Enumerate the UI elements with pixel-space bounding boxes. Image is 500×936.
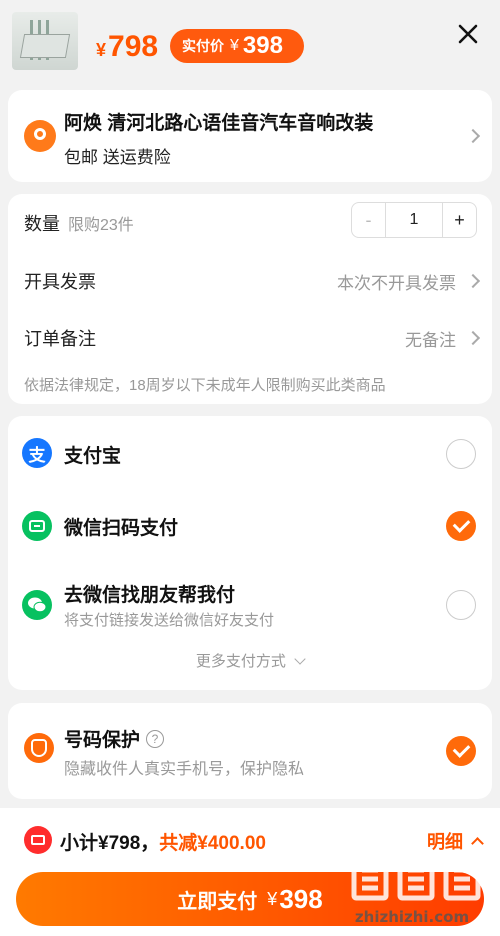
number-protection-toggle[interactable]	[446, 736, 476, 766]
payment-radio-wechat-scan[interactable]	[446, 511, 476, 541]
number-protection-title-row: 号码保护 ?	[64, 725, 165, 752]
quantity-stepper[interactable]: - 1 +	[351, 202, 477, 238]
payment-option-label: 支付宝	[64, 446, 122, 467]
quantity-increase-button[interactable]: +	[442, 203, 476, 237]
product-thumbnail	[12, 12, 78, 70]
legal-notice: 依据法律规定，18周岁以下未成年人限制购买此类商品	[24, 377, 386, 394]
pay-now-button[interactable]: 立即支付 ¥ 398	[16, 872, 484, 926]
shipping-info: 包邮 送运费险	[64, 148, 171, 167]
chevron-right-icon	[465, 330, 481, 346]
close-icon[interactable]	[454, 20, 482, 48]
address-card[interactable]: 阿焕 清河北路心语佳音汽车音响改装 包邮 送运费险	[8, 90, 492, 182]
payment-option-alipay[interactable]: 支 支付宝	[8, 425, 492, 481]
price-detail-label: 明细	[427, 832, 463, 852]
order-options-card: 数量 限购23件 - 1 + 开具发票 本次不开具发票 订单备注 无备注 依据法律…	[8, 194, 492, 404]
currency-symbol: ¥	[96, 40, 107, 60]
payment-methods-card: 支 支付宝 微信扫码支付 去微信找朋友帮我付 将支付链接发送给微信好友支付 更多…	[8, 416, 492, 690]
order-header: ¥ 798 实付价 ¥ 398	[0, 0, 500, 82]
payment-option-label: 去微信找朋友帮我付	[64, 585, 236, 606]
price-detail-button[interactable]: 明细	[427, 828, 484, 854]
phone-shield-icon	[24, 733, 54, 763]
order-note-label[interactable]: 订单备注	[24, 325, 96, 351]
coupon-icon	[24, 826, 52, 854]
pay-now-amount: 398	[279, 883, 323, 914]
payment-radio-alipay[interactable]	[446, 439, 476, 469]
more-payment-methods-button[interactable]: 更多支付方式	[8, 650, 492, 671]
wechat-icon	[22, 590, 52, 620]
pay-now-label: 立即支付	[177, 890, 258, 913]
number-protection-subtitle: 隐藏收件人真实手机号，保护隐私	[64, 761, 305, 778]
payment-option-wechat-friend[interactable]: 去微信找朋友帮我付 将支付链接发送给微信好友支付	[8, 572, 492, 636]
quantity-label: 数量	[24, 214, 60, 234]
original-price: ¥ 798	[96, 30, 158, 64]
chevron-down-icon	[294, 653, 306, 665]
alipay-icon: 支	[22, 438, 52, 468]
payment-option-description: 将支付链接发送给微信好友支付	[64, 612, 275, 629]
actual-price-currency: ¥	[230, 37, 239, 54]
quantity-row: 数量 限购23件	[24, 210, 134, 236]
payment-radio-wechat-friend[interactable]	[446, 590, 476, 620]
chevron-up-icon	[471, 837, 484, 850]
quantity-value[interactable]: 1	[386, 211, 442, 229]
more-payment-label: 更多支付方式	[195, 653, 286, 670]
chevron-right-icon	[465, 128, 481, 144]
quantity-limit: 限购23件	[68, 217, 134, 234]
pay-now-currency: ¥	[267, 888, 278, 909]
checkout-footer: 小计¥798，共减¥400.00 明细 立即支付 ¥ 398	[0, 808, 500, 936]
order-note-value[interactable]: 无备注	[405, 326, 456, 351]
actual-price-badge: 实付价 ¥ 398	[170, 29, 304, 63]
payment-option-wechat-scan[interactable]: 微信扫码支付	[8, 497, 492, 553]
location-pin-icon	[24, 120, 56, 152]
discount-total: 共减¥400.00	[159, 833, 266, 854]
actual-price-value: 398	[242, 32, 283, 59]
number-protection-title: 号码保护	[64, 730, 141, 751]
quantity-decrease-button[interactable]: -	[352, 203, 386, 237]
invoice-label[interactable]: 开具发票	[24, 268, 96, 294]
chevron-right-icon	[465, 273, 481, 289]
address-name: 阿焕 清河北路心语佳音汽车音响改装	[64, 113, 374, 134]
wechat-scan-icon	[22, 511, 52, 541]
original-price-value: 798	[108, 30, 159, 63]
actual-price-label: 实付价	[182, 38, 224, 54]
number-protection-card[interactable]: 号码保护 ? 隐藏收件人真实手机号，保护隐私	[8, 703, 492, 799]
help-icon[interactable]: ?	[146, 729, 165, 748]
subtotal-label: 小计¥798，	[60, 833, 160, 854]
subtotal: 小计¥798，共减¥400.00	[60, 828, 266, 855]
payment-option-label: 微信扫码支付	[64, 518, 179, 539]
invoice-value[interactable]: 本次不开具发票	[337, 269, 456, 294]
